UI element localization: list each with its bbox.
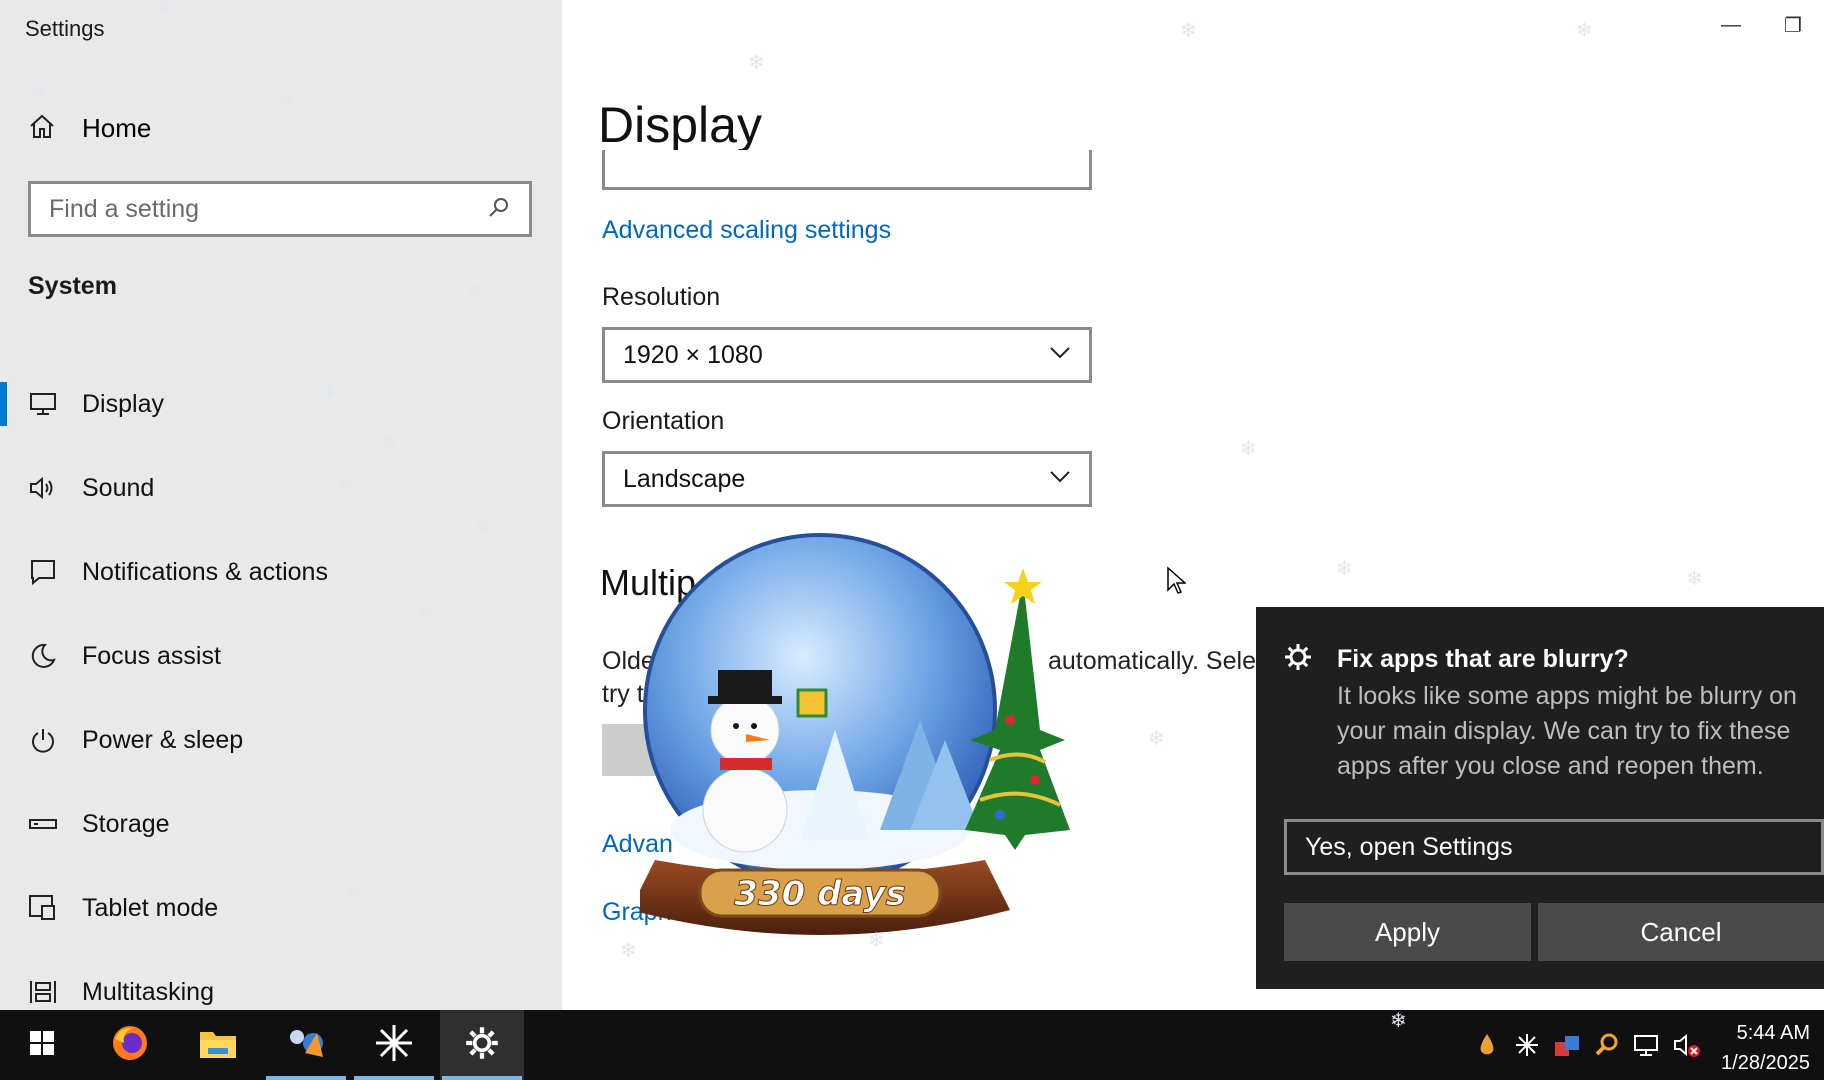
scale-dropdown[interactable] [602, 150, 1092, 190]
taskbar-file-explorer[interactable] [176, 1010, 260, 1080]
taskbar-firefox[interactable] [88, 1010, 172, 1080]
tray-drop-icon[interactable] [1472, 1028, 1502, 1062]
page-title: Display [598, 97, 762, 153]
multiple-displays-text-c: try t [602, 680, 644, 708]
blurry-apps-toast: Fix apps that are blurry? It looks like … [1256, 607, 1824, 989]
taskbar-app-snow[interactable] [264, 1010, 348, 1080]
windows-logo-icon [29, 1030, 55, 1061]
taskbar-app-snowflake[interactable] [352, 1010, 436, 1080]
toast-body: It looks like some apps might be blurry … [1337, 682, 1797, 780]
taskbar-clock[interactable]: 5:44 AM 1/28/2025 [1721, 1018, 1810, 1078]
tray-snowflake-icon[interactable] [1512, 1028, 1542, 1062]
home-label: Home [82, 112, 152, 143]
resolution-label: Resolution [602, 283, 721, 311]
sidebar-item-display[interactable]: Display [0, 362, 562, 446]
sidebar-item-label: Multitasking [82, 977, 214, 1006]
tablet-icon [28, 893, 58, 923]
sidebar-item-label: Storage [82, 809, 170, 838]
clock-time: 5:44 AM [1736, 1022, 1810, 1044]
advanced-scaling-link[interactable]: Advanced scaling settings [602, 216, 891, 245]
search-placeholder: Find a setting [49, 194, 200, 223]
tray-search-icon[interactable] [1592, 1028, 1622, 1062]
apply-button[interactable]: Apply [1284, 903, 1531, 961]
orientation-label: Orientation [602, 407, 725, 435]
sidebar-item-label: Notifications & actions [82, 557, 328, 586]
folder-icon [198, 1026, 238, 1065]
restore-icon: ❐ [1784, 14, 1802, 37]
sidebar-item-focus-assist[interactable]: Focus assist [0, 614, 562, 698]
window-controls: — ❐ [1700, 10, 1824, 40]
minimize-icon: — [1721, 13, 1741, 36]
settings-gear-icon [465, 1026, 499, 1065]
sidebar-item-sound[interactable]: Sound [0, 446, 562, 530]
search-icon [487, 195, 511, 224]
multitasking-icon [28, 977, 58, 1007]
sidebar-item-storage[interactable]: Storage [0, 782, 562, 866]
snowman-app-icon [283, 1023, 329, 1068]
toast-title: Fix apps that are blurry? [1337, 645, 1629, 673]
moon-icon [28, 641, 58, 671]
sidebar-item-label: Power & sleep [82, 725, 244, 754]
resolution-dropdown[interactable]: 1920 × 1080 [602, 327, 1092, 383]
sidebar-item-label: Sound [82, 473, 155, 502]
gear-icon [1284, 643, 1312, 676]
orientation-dropdown[interactable]: Landscape [602, 451, 1092, 507]
storage-icon [28, 809, 58, 839]
snow-globe-illustration: 330 days [630, 533, 1070, 935]
toast-action-select[interactable]: Yes, open Settings [1284, 819, 1824, 875]
orientation-value: Landscape [623, 464, 746, 493]
sidebar-item-label: Focus assist [82, 641, 221, 670]
tray-app-icon[interactable] [1552, 1028, 1582, 1062]
monitor-icon [28, 389, 58, 419]
maximize-button[interactable]: ❐ [1762, 10, 1824, 40]
resolution-value: 1920 × 1080 [623, 340, 763, 369]
start-button[interactable] [0, 1010, 84, 1080]
sidebar-item-tablet-mode[interactable]: Tablet mode [0, 866, 562, 950]
sidebar-item-notifications[interactable]: Notifications & actions [0, 530, 562, 614]
chevron-down-icon [1049, 470, 1071, 489]
power-icon [28, 725, 58, 755]
firefox-icon [110, 1023, 150, 1068]
toast-select-value: Yes, open Settings [1305, 832, 1513, 861]
clock-date: 1/28/2025 [1721, 1052, 1810, 1074]
chevron-down-icon [1049, 346, 1071, 365]
sidebar-item-label: Tablet mode [82, 893, 219, 922]
home-icon [28, 112, 56, 145]
snow-globe-widget[interactable]: 330 days [630, 530, 1100, 970]
mouse-cursor-icon [1166, 566, 1187, 601]
network-icon[interactable] [1632, 1028, 1662, 1062]
taskbar: 5:44 AM 1/28/2025 [0, 1010, 1824, 1080]
app-title: Settings [25, 16, 105, 41]
section-title-system: System [28, 272, 117, 300]
search-input[interactable]: Find a setting [28, 181, 532, 237]
speaker-icon [28, 473, 58, 503]
taskbar-settings[interactable] [440, 1010, 524, 1080]
notification-icon [28, 557, 58, 587]
settings-sidebar: Settings Home Find a setting System Disp… [0, 0, 562, 1010]
snowflake-icon [374, 1023, 414, 1068]
sidebar-item-label: Display [82, 389, 164, 418]
sidebar-item-power-sleep[interactable]: Power & sleep [0, 698, 562, 782]
sidebar-nav: Display Sound Notifications & actions Fo… [0, 362, 562, 1034]
home-button[interactable]: Home [28, 108, 151, 148]
cancel-button[interactable]: Cancel [1538, 903, 1824, 961]
volume-muted-icon[interactable] [1672, 1028, 1702, 1062]
minimize-button[interactable]: — [1700, 10, 1762, 40]
globe-countdown: 330 days [734, 874, 905, 914]
